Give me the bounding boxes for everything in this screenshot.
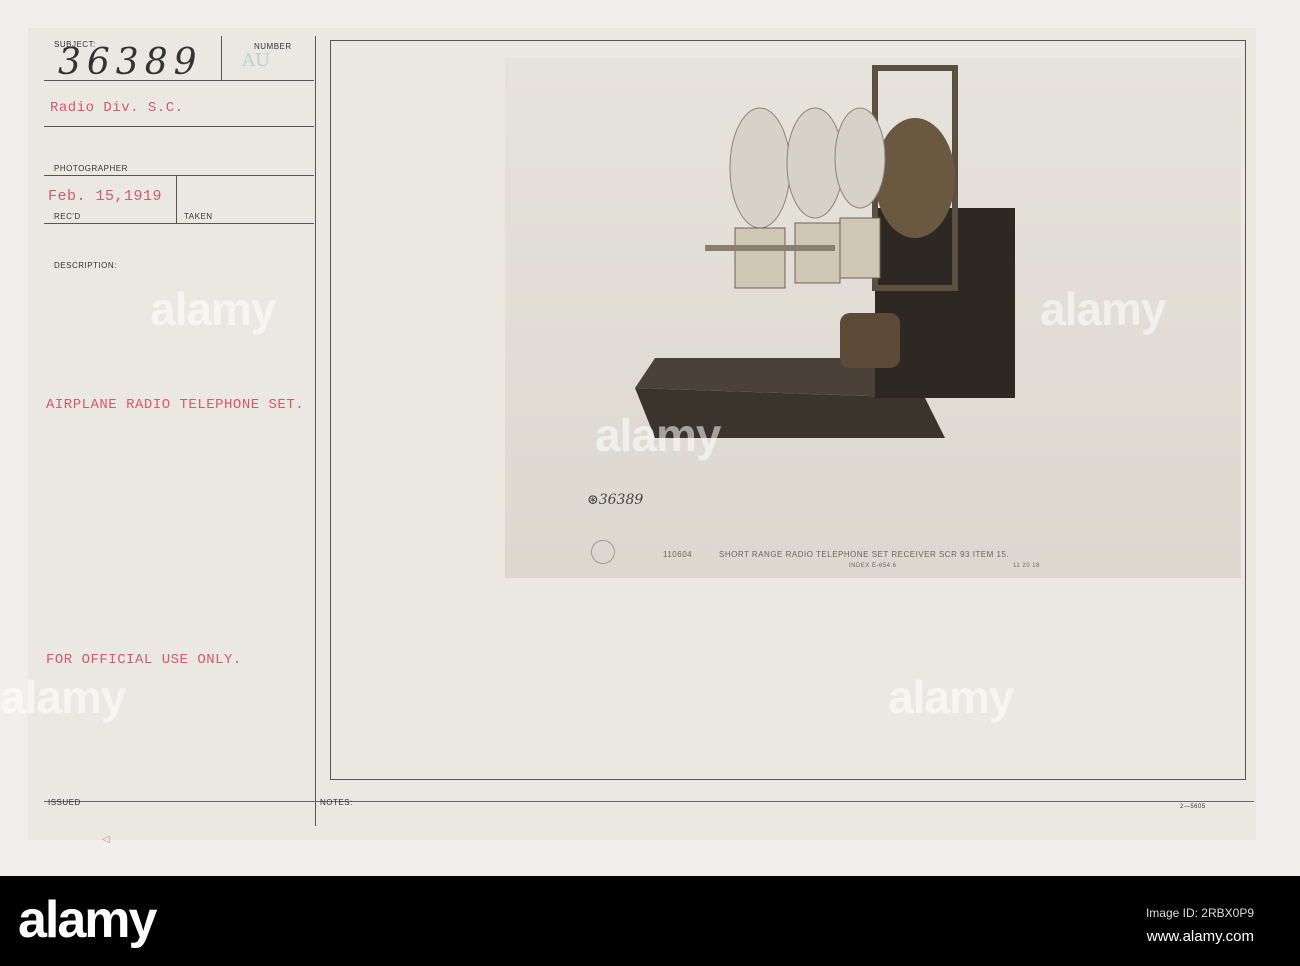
number-value: AU: [242, 50, 271, 71]
watermark: alamy: [888, 671, 1014, 723]
photo-caption: SHORT RANGE RADIO TELEPHONE SET RECEIVER…: [719, 550, 1010, 559]
triangle-mark-icon: ◁: [102, 834, 110, 845]
bottom-rule: [44, 801, 1254, 802]
photo-date: 11 20 18: [1013, 563, 1040, 569]
description-label: DESCRIPTION:: [54, 261, 117, 270]
watermark: alamy: [0, 671, 126, 723]
footer-bar: alamy Image ID: 2RBX0P9 www.alamy.com: [0, 876, 1300, 966]
number-divider: [221, 36, 222, 80]
watermark: alamy: [1040, 283, 1166, 335]
rule: [44, 223, 314, 224]
column-divider: [315, 36, 316, 826]
watermark: alamy: [150, 283, 276, 335]
restriction-text: FOR OFFICIAL USE ONLY.: [46, 652, 242, 668]
rule: [44, 175, 314, 176]
description-text: AIRPLANE RADIO TELEPHONE SET.: [46, 397, 305, 413]
unit-text: Radio Div. S.C.: [50, 100, 184, 116]
catalog-number: 110604: [663, 550, 693, 559]
notes-label: NOTES:: [320, 798, 353, 807]
rule: [44, 126, 314, 127]
received-date: Feb. 15,1919: [48, 188, 163, 205]
seal-icon: [591, 540, 615, 564]
issued-label: ISSUED: [48, 798, 81, 807]
date-divider: [176, 175, 177, 223]
taken-label: TAKEN: [184, 212, 213, 221]
subject-number: 36389: [58, 42, 203, 83]
photo-handwritten-number: ⊛36389: [587, 492, 644, 508]
site-url[interactable]: www.alamy.com: [1147, 928, 1254, 945]
photographer-label: PHOTOGRAPHER: [54, 164, 128, 173]
recd-label: REC'D: [54, 212, 81, 221]
form-number: 2—5605: [1180, 804, 1206, 810]
photo-index: INDEX E-654.6: [849, 563, 897, 569]
watermark: alamy: [595, 409, 721, 461]
image-id: Image ID: 2RBX0P9: [1145, 906, 1254, 920]
footer-logo: alamy: [18, 891, 157, 949]
